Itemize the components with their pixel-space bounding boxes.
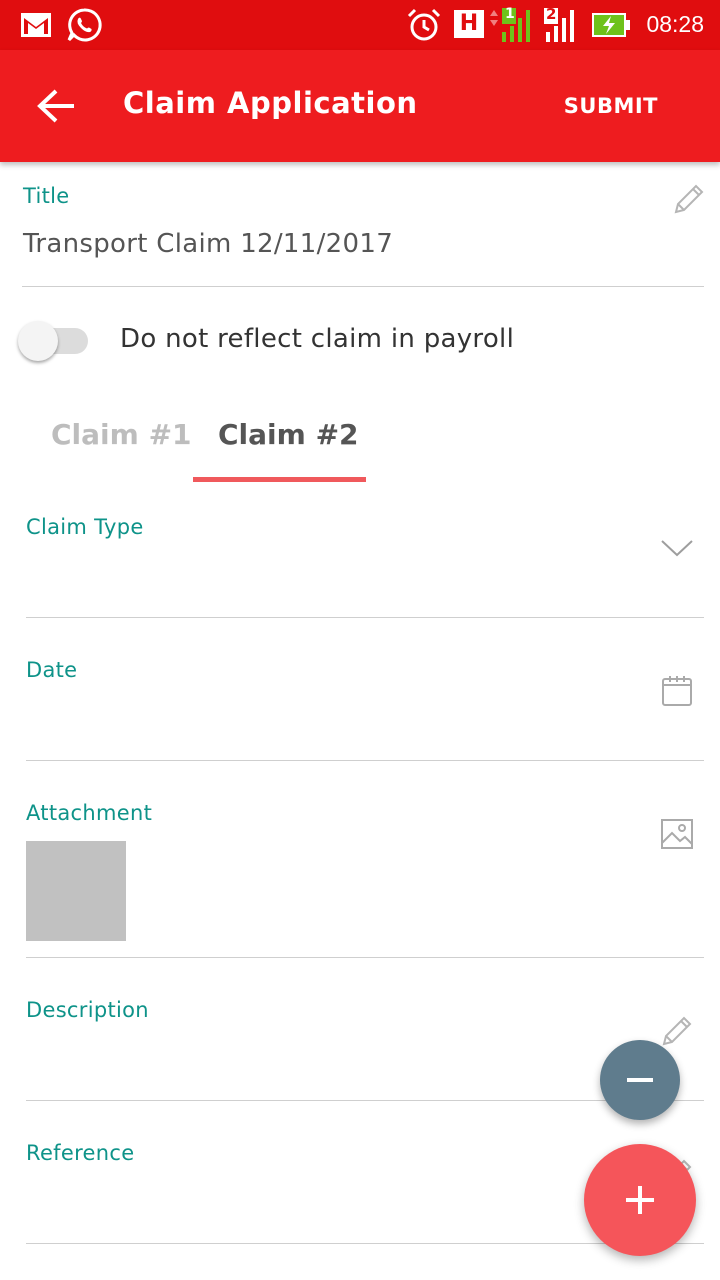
attachment-thumbnail[interactable] (26, 841, 126, 941)
tab-claim-1[interactable]: Claim #1 (51, 418, 192, 451)
tab-claim-2[interactable]: Claim #2 (218, 418, 359, 451)
title-field-label: Title (23, 184, 70, 208)
h-network-icon: H (454, 10, 484, 38)
sim2-label: 2 (546, 5, 557, 23)
reference-label: Reference (26, 1141, 135, 1165)
sim1-label: 1 (505, 6, 515, 22)
battery-charging-icon (592, 13, 630, 37)
app-bar: Claim Application SUBMIT (0, 50, 720, 162)
description-divider (26, 1100, 704, 1101)
date-divider (26, 760, 704, 761)
claim-type-select[interactable] (26, 560, 646, 600)
minus-icon (627, 1078, 653, 1082)
description-label: Description (26, 998, 149, 1022)
edit-pencil-icon[interactable] (660, 1014, 694, 1048)
submit-button[interactable]: SUBMIT (564, 94, 658, 118)
title-divider (22, 286, 704, 287)
remove-claim-button[interactable] (600, 1040, 680, 1120)
title-field[interactable]: Transport Claim 12/11/2017 (23, 229, 393, 259)
payroll-toggle[interactable] (16, 320, 88, 364)
toggle-thumb (18, 321, 58, 361)
back-arrow-icon[interactable] (36, 88, 76, 124)
date-field[interactable] (26, 703, 646, 743)
calendar-icon[interactable] (660, 674, 694, 708)
claim-type-label: Claim Type (26, 515, 144, 539)
attachment-divider (26, 957, 704, 958)
chevron-down-icon[interactable] (660, 538, 694, 558)
alarm-icon (407, 8, 441, 41)
edit-pencil-icon[interactable] (672, 182, 706, 216)
reference-field[interactable] (26, 1186, 566, 1226)
description-field[interactable] (26, 1043, 586, 1083)
page-title: Claim Application (123, 86, 418, 120)
attachment-label: Attachment (26, 801, 153, 825)
gmail-icon (21, 13, 51, 37)
payroll-toggle-label: Do not reflect claim in payroll (120, 324, 515, 354)
claim-type-divider (26, 617, 704, 618)
date-label: Date (26, 658, 78, 682)
image-icon[interactable] (660, 817, 694, 851)
status-bar: H 1 2 08:28 (0, 0, 720, 50)
add-claim-button[interactable] (584, 1144, 696, 1256)
reference-divider (26, 1243, 704, 1244)
whatsapp-icon (67, 8, 102, 42)
active-tab-indicator (193, 477, 366, 482)
status-time: 08:28 (646, 11, 704, 37)
